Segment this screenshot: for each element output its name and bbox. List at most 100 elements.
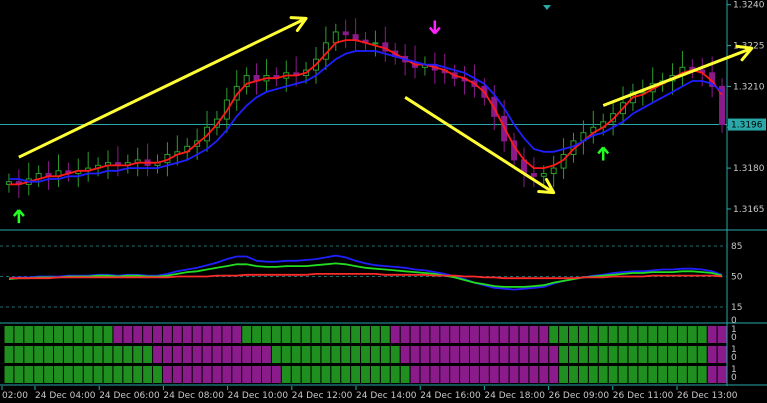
- signal-bar: [232, 346, 242, 363]
- signal-bar: [489, 366, 499, 383]
- signal-bar: [133, 346, 143, 363]
- signal-bar: [291, 366, 301, 383]
- signal-bar: [34, 346, 44, 363]
- signal-bar: [113, 346, 123, 363]
- signal-bar: [143, 346, 153, 363]
- signal-bar: [370, 346, 380, 363]
- signal-bar: [321, 366, 331, 383]
- candle-body[interactable]: [342, 31, 349, 36]
- signal-bar: [73, 346, 83, 363]
- signal-bar: [380, 346, 390, 363]
- signal-bar: [34, 366, 44, 383]
- oscillator-panel[interactable]: 8550150: [0, 242, 743, 326]
- signal-bar: [489, 346, 499, 363]
- signal-bar: [321, 346, 331, 363]
- time-tick-label: 02:00: [2, 391, 28, 401]
- signal-bar: [618, 366, 628, 383]
- signal-bar: [63, 346, 73, 363]
- signal-bar: [608, 346, 618, 363]
- signal-bar: [252, 366, 262, 383]
- signal-bar: [262, 346, 271, 363]
- signal-bar: [341, 326, 351, 343]
- signal-bar: [182, 366, 192, 383]
- candle-body[interactable]: [530, 173, 537, 177]
- signal-bar: [351, 346, 361, 363]
- buy-signal-arrow-icon: [12, 209, 25, 224]
- signal-bar: [83, 366, 93, 383]
- signal-bar: [291, 326, 301, 343]
- signal-bar: [707, 326, 717, 343]
- signal-bar: [24, 326, 34, 343]
- candle-body[interactable]: [332, 31, 339, 44]
- signal-bar: [559, 326, 569, 343]
- candle-body[interactable]: [540, 173, 547, 177]
- signal-bar: [123, 326, 133, 343]
- signal-bar: [103, 346, 113, 363]
- signal-bar: [93, 366, 103, 383]
- signal-bar: [14, 346, 24, 363]
- signal-bar: [202, 366, 212, 383]
- signal-bar-row[interactable]: 10: [4, 345, 738, 363]
- signal-bar: [34, 326, 44, 343]
- scroll-marker-icon[interactable]: [543, 5, 551, 10]
- signal-bar: [331, 346, 341, 363]
- signal-bar: [410, 326, 420, 343]
- signal-bar: [222, 326, 232, 343]
- price-tick-label: 1.3180: [733, 164, 765, 174]
- signal-bar: [73, 366, 83, 383]
- price-tick-label: 1.3240: [733, 1, 765, 11]
- signal-bar: [361, 346, 370, 363]
- signal-bar: [638, 346, 648, 363]
- signal-bar: [697, 326, 707, 343]
- signal-bar: [54, 326, 63, 343]
- signal-bar: [539, 366, 549, 383]
- signal-bar: [113, 366, 123, 383]
- signal-bar: [351, 326, 361, 343]
- signal-bar: [410, 366, 420, 383]
- signal-bar: [677, 366, 687, 383]
- signal-bar: [331, 326, 341, 343]
- signal-bar: [608, 366, 618, 383]
- trading-chart[interactable]: 1.32401.32251.32101.31951.31801.31651.31…: [0, 0, 767, 403]
- signal-bar: [202, 346, 212, 363]
- price-axis: 1.32401.32251.32101.31951.31801.3165: [727, 1, 765, 215]
- signal-bar: [440, 346, 450, 363]
- signal-bar: [559, 366, 569, 383]
- signal-bar: [440, 366, 450, 383]
- signal-bar-row[interactable]: 10: [4, 365, 738, 383]
- signal-bar: [44, 326, 54, 343]
- signal-bar: [103, 326, 113, 343]
- oscillator-line-fast: [8, 254, 723, 291]
- signal-bar: [697, 346, 707, 363]
- time-tick-label: 24 Dec 04:00: [35, 391, 96, 401]
- signal-bar: [519, 346, 529, 363]
- signal-bar: [390, 326, 400, 343]
- signal-bar: [569, 326, 578, 343]
- signal-bar-row[interactable]: 10: [4, 325, 738, 343]
- price-tick-label: 1.3165: [733, 205, 765, 215]
- signal-bar: [658, 366, 668, 383]
- signal-bar: [400, 326, 410, 343]
- signal-bar: [687, 366, 697, 383]
- signal-bar: [668, 346, 677, 363]
- signal-bar: [63, 326, 73, 343]
- signal-bar: [14, 326, 24, 343]
- time-tick-label: 26 Dec 13:00: [677, 391, 738, 401]
- candle-body[interactable]: [550, 167, 557, 175]
- sell-signal-arrow-icon: [428, 20, 441, 35]
- signal-bar: [153, 346, 162, 363]
- signal-bar: [361, 366, 370, 383]
- signal-bar: [658, 346, 668, 363]
- signal-bar: [370, 366, 380, 383]
- time-tick-label: 26 Dec 11:00: [613, 391, 674, 401]
- candle-body[interactable]: [372, 42, 379, 45]
- signal-bar: [242, 366, 252, 383]
- signal-bar: [380, 326, 390, 343]
- signal-bar: [162, 366, 172, 383]
- signal-bar: [598, 346, 608, 363]
- signal-bar: [281, 366, 291, 383]
- signal-bar: [618, 346, 628, 363]
- signal-bar: [687, 326, 697, 343]
- signal-bar: [707, 366, 717, 383]
- signal-bar: [202, 326, 212, 343]
